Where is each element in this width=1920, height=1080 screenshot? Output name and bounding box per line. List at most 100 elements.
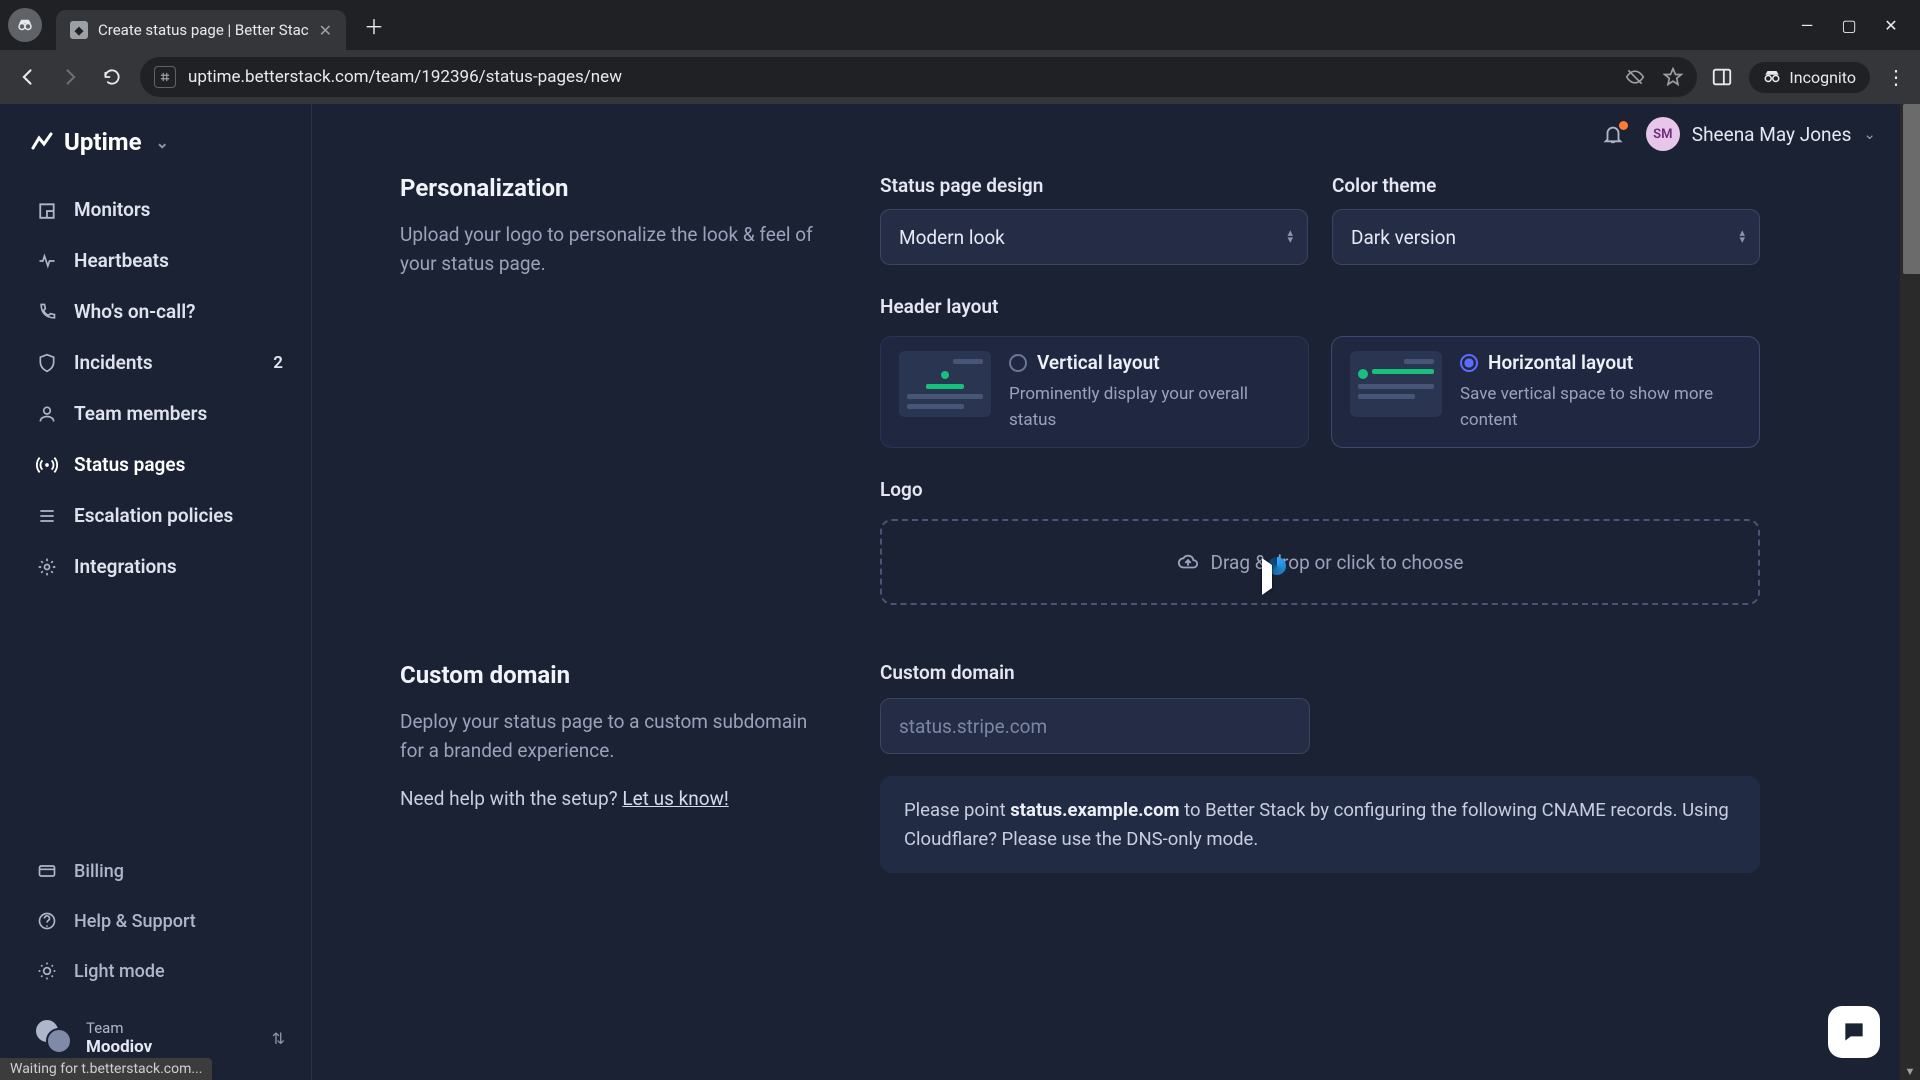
main-column: SM Sheena May Jones ⌄ Personalization Up… xyxy=(312,104,1920,1080)
sidebar-item-help[interactable]: Help & Support xyxy=(30,898,289,944)
horizontal-thumb-icon xyxy=(1350,351,1442,417)
vertical-thumb-icon xyxy=(899,351,991,417)
browser-toolbar: uptime.betterstack.com/team/192396/statu… xyxy=(0,50,1920,104)
sidebar-item-label: Integrations xyxy=(74,555,177,578)
sidebar-item-label: Help & Support xyxy=(74,911,196,932)
select-caret-icon: ▴▾ xyxy=(1739,230,1745,243)
notifications-button[interactable] xyxy=(1602,123,1624,145)
dropzone-text: Drag & drop or click to choose xyxy=(1211,551,1464,574)
layout-desc: Save vertical space to show more content xyxy=(1460,382,1741,433)
reload-button[interactable] xyxy=(98,63,126,91)
eye-off-icon[interactable] xyxy=(1625,67,1645,87)
profile-button[interactable] xyxy=(8,8,42,42)
window-controls: ― ▢ ✕ xyxy=(1778,0,1920,50)
sidebar-item-label: Billing xyxy=(74,861,124,882)
incognito-icon xyxy=(1763,68,1781,86)
sidebar-item-monitors[interactable]: ◲Monitors xyxy=(30,186,289,233)
section-description: Upload your logo to personalize the look… xyxy=(400,220,820,279)
sidebar-item-integrations[interactable]: Integrations xyxy=(30,543,289,590)
avatar: SM xyxy=(1646,117,1680,151)
sidebar-item-heartbeats[interactable]: Heartbeats xyxy=(30,237,289,284)
custom-domain-input[interactable] xyxy=(880,698,1310,754)
design-select[interactable]: Modern look ▴▾ xyxy=(880,209,1308,265)
primary-nav: ◲Monitors Heartbeats Who's on-call? Inci… xyxy=(30,186,289,590)
help-link[interactable]: Let us know! xyxy=(622,787,728,810)
browser-tab[interactable]: ◆ Create status page | Better Stac ✕ xyxy=(56,10,346,50)
forward-button[interactable] xyxy=(56,63,84,91)
tab-strip: ◆ Create status page | Better Stac ✕ ＋ ―… xyxy=(0,0,1920,50)
sun-icon xyxy=(36,960,58,982)
scrollbar-thumb[interactable] xyxy=(1903,104,1920,274)
content-area: Personalization Upload your logo to pers… xyxy=(312,164,1920,1080)
shield-icon xyxy=(36,352,58,374)
browser-menu-icon[interactable]: ⋮ xyxy=(1886,65,1906,89)
vertical-scrollbar[interactable]: ▲ ▼ xyxy=(1900,104,1920,1080)
header-layout-label: Header layout xyxy=(880,295,1760,318)
new-tab-button[interactable]: ＋ xyxy=(358,9,390,41)
uptime-logo-icon xyxy=(30,130,54,154)
user-icon xyxy=(36,403,58,425)
incognito-indicator[interactable]: Incognito xyxy=(1749,62,1870,93)
incidents-badge: 2 xyxy=(273,353,283,373)
sidebar-item-billing[interactable]: Billing xyxy=(30,848,289,894)
theme-value: Dark version xyxy=(1351,226,1456,249)
sidebar-item-oncall[interactable]: Who's on-call? xyxy=(30,288,289,335)
sidebar-item-label: Incidents xyxy=(74,351,153,374)
logo-label: Logo xyxy=(880,478,1760,501)
logo-dropzone[interactable]: Drag & drop or click to choose xyxy=(880,519,1760,605)
chevron-down-icon: ⌄ xyxy=(1863,125,1876,143)
section-title: Personalization xyxy=(400,174,820,202)
sidebar-item-team[interactable]: Team members xyxy=(30,390,289,437)
info-host: status.example.com xyxy=(1010,799,1179,821)
team-text: Team Moodiov xyxy=(86,1019,152,1057)
sidebar-item-lightmode[interactable]: Light mode xyxy=(30,948,289,994)
layout-option-horizontal[interactable]: Horizontal layout Save vertical space to… xyxy=(1331,336,1760,448)
incognito-profile-icon xyxy=(16,16,34,34)
help-icon xyxy=(36,910,58,932)
sidebar-item-label: Light mode xyxy=(74,961,165,982)
close-window-icon[interactable]: ✕ xyxy=(1884,18,1898,32)
info-text: Please point xyxy=(904,799,1010,821)
browser-status-bar: Waiting for t.betterstack.com... xyxy=(0,1058,212,1080)
team-name: Moodiov xyxy=(86,1037,152,1057)
heartbeat-icon xyxy=(36,250,58,272)
minimize-icon[interactable]: ― xyxy=(1800,18,1814,32)
theme-label: Color theme xyxy=(1332,174,1760,197)
layout-option-vertical[interactable]: Vertical layout Prominently display your… xyxy=(880,336,1309,448)
user-name: Sheena May Jones xyxy=(1692,123,1852,146)
back-button[interactable] xyxy=(14,63,42,91)
site-info-icon[interactable] xyxy=(154,66,176,88)
monitor-icon: ◲ xyxy=(36,199,58,221)
gear-icon xyxy=(36,556,58,578)
sidebar-item-label: Heartbeats xyxy=(74,249,169,272)
side-panel-icon[interactable] xyxy=(1711,66,1733,88)
sidebar-item-status-pages[interactable]: Status pages xyxy=(30,441,289,488)
scroll-down-icon[interactable]: ▼ xyxy=(1900,1065,1920,1078)
maximize-icon[interactable]: ▢ xyxy=(1842,18,1856,32)
phone-icon xyxy=(36,301,58,323)
design-value: Modern look xyxy=(899,226,1005,249)
custom-domain-label: Custom domain xyxy=(880,661,1760,684)
address-bar[interactable]: uptime.betterstack.com/team/192396/statu… xyxy=(140,57,1697,97)
app-header: SM Sheena May Jones ⌄ xyxy=(312,104,1920,164)
url-text: uptime.betterstack.com/team/192396/statu… xyxy=(188,67,1613,87)
upload-cloud-icon xyxy=(1177,551,1199,573)
section-custom-domain: Custom domain Deploy your status page to… xyxy=(400,661,1864,873)
theme-select[interactable]: Dark version ▴▾ xyxy=(1332,209,1760,265)
chevron-down-icon: ⌄ xyxy=(156,133,169,152)
sidebar-item-incidents[interactable]: Incidents 2 xyxy=(30,339,289,386)
brand-switcher[interactable]: Uptime ⌄ xyxy=(30,128,289,156)
incognito-label: Incognito xyxy=(1789,68,1856,87)
select-caret-icon: ▴▾ xyxy=(1287,230,1293,243)
radio-checked-icon xyxy=(1460,354,1478,372)
close-tab-icon[interactable]: ✕ xyxy=(319,21,332,40)
sidebar-item-escalation[interactable]: Escalation policies xyxy=(30,492,289,539)
user-menu[interactable]: SM Sheena May Jones ⌄ xyxy=(1646,117,1876,151)
team-avatars xyxy=(34,1018,74,1058)
layout-title: Vertical layout xyxy=(1037,351,1160,374)
sidebar: Uptime ⌄ ◲Monitors Heartbeats Who's on-c… xyxy=(0,104,312,1080)
chat-launcher[interactable] xyxy=(1828,1006,1880,1058)
secondary-nav: Billing Help & Support Light mode xyxy=(30,848,289,994)
layout-title: Horizontal layout xyxy=(1488,351,1633,374)
bookmark-star-icon[interactable] xyxy=(1663,67,1683,87)
